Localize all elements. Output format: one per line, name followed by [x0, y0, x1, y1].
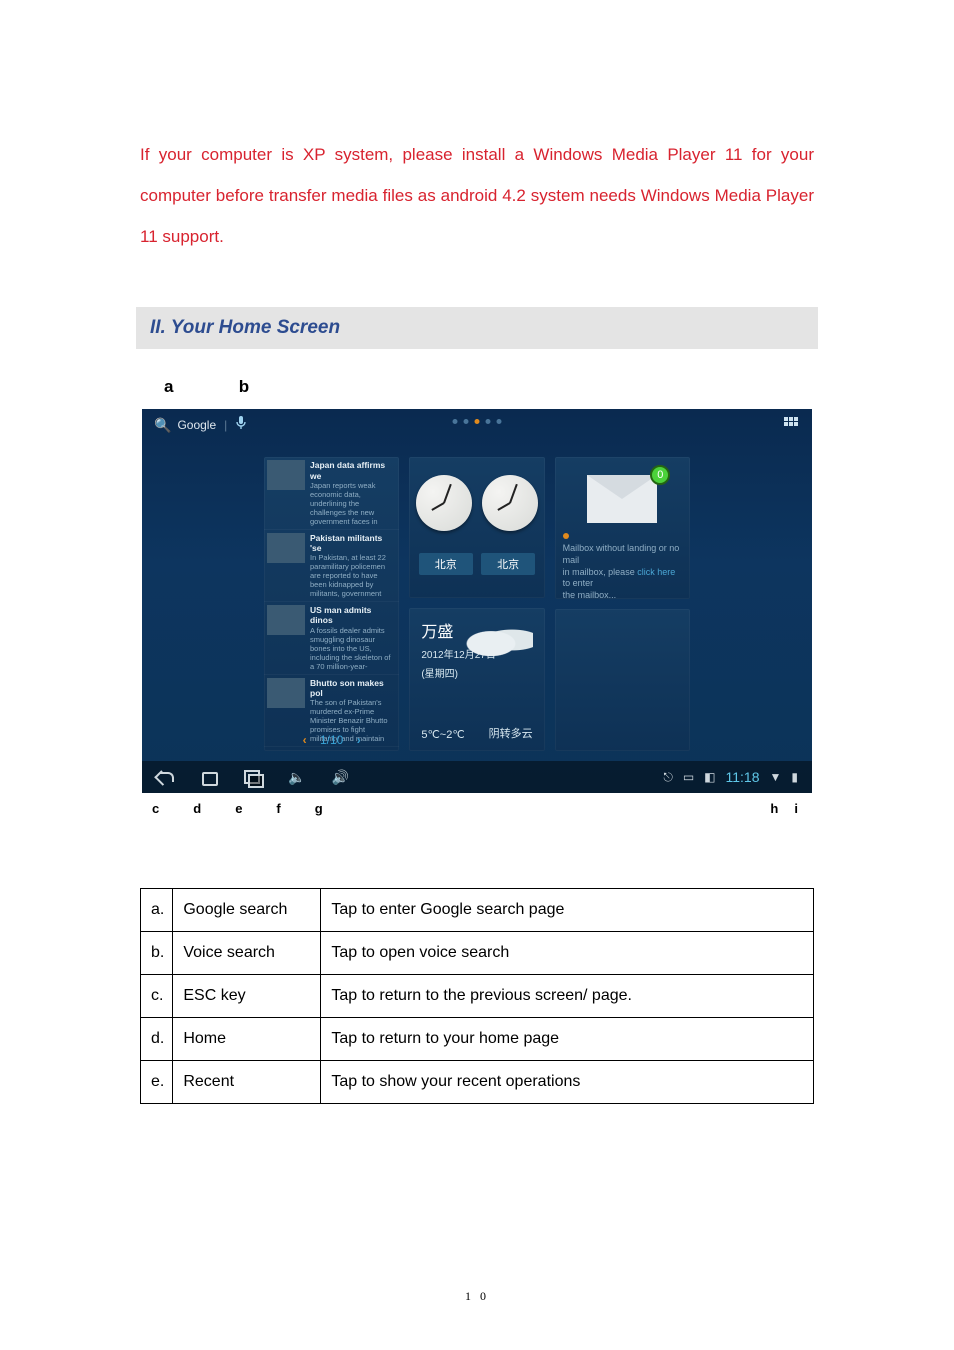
gallery-icon[interactable]: ▭: [683, 770, 694, 784]
row-desc: Tap to return to the previous screen/ pa…: [321, 975, 814, 1018]
envelope-icon: [587, 475, 657, 523]
mail-badge: 0: [650, 465, 670, 485]
mail-text-3: the mailbox...: [563, 590, 617, 599]
table-row: d. Home Tap to return to your home page: [141, 1018, 814, 1061]
mail-indicator-dot: [563, 533, 569, 539]
mail-text-1: Mailbox without landing or no mail: [563, 543, 680, 565]
mic-icon[interactable]: [235, 415, 247, 435]
row-desc: Tap to enter Google search page: [321, 889, 814, 932]
section-header: II. Your Home Screen: [136, 307, 818, 349]
news-widget[interactable]: Japan data affirms weJapan reports weak …: [264, 457, 399, 751]
recent-icon[interactable]: [244, 770, 262, 784]
label-e: e: [235, 801, 242, 816]
table-row: b. Voice search Tap to open voice search: [141, 932, 814, 975]
label-h: h: [770, 801, 778, 816]
search-icon[interactable]: 🔍: [154, 417, 171, 434]
wifi-icon[interactable]: ▼: [770, 770, 782, 784]
row-desc: Tap to show your recent operations: [321, 1061, 814, 1104]
home-icon[interactable]: [200, 770, 218, 784]
row-idx: d.: [141, 1018, 173, 1061]
note-paragraph: If your computer is XP system, please in…: [140, 135, 814, 257]
page-number: 1 0: [0, 1289, 954, 1304]
row-name: Recent: [173, 1061, 321, 1104]
row-name: ESC key: [173, 975, 321, 1018]
android-screenshot: 🔍 Google | Japan data affirms weJ: [140, 409, 814, 793]
row-idx: e.: [141, 1061, 173, 1104]
google-search-label[interactable]: Google: [177, 418, 216, 432]
label-c: c: [152, 801, 159, 816]
clock-city-left[interactable]: 北京: [419, 553, 473, 575]
cloud-icon: [463, 622, 533, 658]
news-next-icon[interactable]: ›: [357, 733, 361, 747]
row-name: Home: [173, 1018, 321, 1061]
weather-widget[interactable]: 万盛 2012年12月27日 (星期四) 5℃~2℃ 阴转多云: [409, 608, 544, 751]
news-title-4: Bhutto son makes pol: [310, 678, 394, 698]
label-f: f: [276, 801, 280, 816]
row-idx: b.: [141, 932, 173, 975]
row-idx: c.: [141, 975, 173, 1018]
table-row: c. ESC key Tap to return to the previous…: [141, 975, 814, 1018]
labels-above-screenshot: a b: [140, 377, 814, 397]
label-d: d: [193, 801, 201, 816]
row-desc: Tap to return to your home page: [321, 1018, 814, 1061]
weather-condition: 阴转多云: [489, 725, 533, 741]
usb-icon[interactable]: ⎋: [663, 770, 673, 785]
status-time: 11:18: [726, 769, 760, 785]
news-title-1: Japan data affirms we: [310, 460, 394, 480]
apps-grid-icon[interactable]: [784, 417, 798, 431]
analog-clock-right: [482, 475, 538, 531]
row-idx: a.: [141, 889, 173, 932]
news-title-3: US man admits dinos: [310, 605, 394, 625]
label-a: a: [164, 377, 234, 397]
row-desc: Tap to open voice search: [321, 932, 814, 975]
reference-table: a. Google search Tap to enter Google sea…: [140, 888, 814, 1104]
row-name: Google search: [173, 889, 321, 932]
back-icon[interactable]: [156, 770, 174, 784]
clock-widget[interactable]: 北京 北京: [409, 457, 544, 598]
news-prev-icon[interactable]: ‹: [303, 733, 307, 747]
analog-clock-left: [416, 475, 472, 531]
table-row: e. Recent Tap to show your recent operat…: [141, 1061, 814, 1104]
notification-icon[interactable]: ◧: [704, 770, 715, 784]
news-pager[interactable]: ‹ 1/10 ›: [264, 733, 399, 747]
battery-icon[interactable]: ▮: [791, 770, 798, 784]
android-navbar: 🔈 🔊 ⎋ ▭ ◧ 11:18 ▼ ▮: [142, 761, 812, 793]
volume-down-icon[interactable]: 🔈: [288, 769, 305, 786]
news-desc-1: Japan reports weak economic data, underl…: [310, 481, 394, 526]
news-desc-2: In Pakistan, at least 22 paramilitary po…: [310, 553, 394, 598]
news-page-indicator: 1/10: [320, 733, 343, 747]
mail-click-here-link[interactable]: click here: [637, 567, 675, 577]
news-title-2: Pakistan militants 'se: [310, 533, 394, 553]
clock-city-right[interactable]: 北京: [481, 553, 535, 575]
mail-text-2b: to enter: [563, 578, 594, 588]
label-g: g: [315, 801, 323, 816]
volume-up-icon[interactable]: 🔊: [331, 769, 348, 786]
home-pager-dots[interactable]: [453, 419, 502, 424]
section-header-title: II. Your Home Screen: [150, 317, 340, 338]
labels-below-screenshot: c d e f g h i: [140, 799, 814, 816]
weather-temp: 5℃~2℃: [421, 728, 464, 741]
empty-widget[interactable]: [555, 609, 690, 751]
row-name: Voice search: [173, 932, 321, 975]
android-topbar: 🔍 Google |: [142, 409, 812, 441]
weather-date2: (星期四): [421, 665, 532, 680]
topbar-divider: |: [224, 418, 227, 432]
table-row: a. Google search Tap to enter Google sea…: [141, 889, 814, 932]
label-i: i: [794, 801, 798, 816]
label-b: b: [239, 377, 249, 396]
news-desc-3: A fossils dealer admits smuggling dinosa…: [310, 626, 394, 671]
mail-text-2a: in mailbox, please: [563, 567, 638, 577]
mail-widget[interactable]: 0 Mailbox without landing or no mail in …: [555, 457, 690, 599]
